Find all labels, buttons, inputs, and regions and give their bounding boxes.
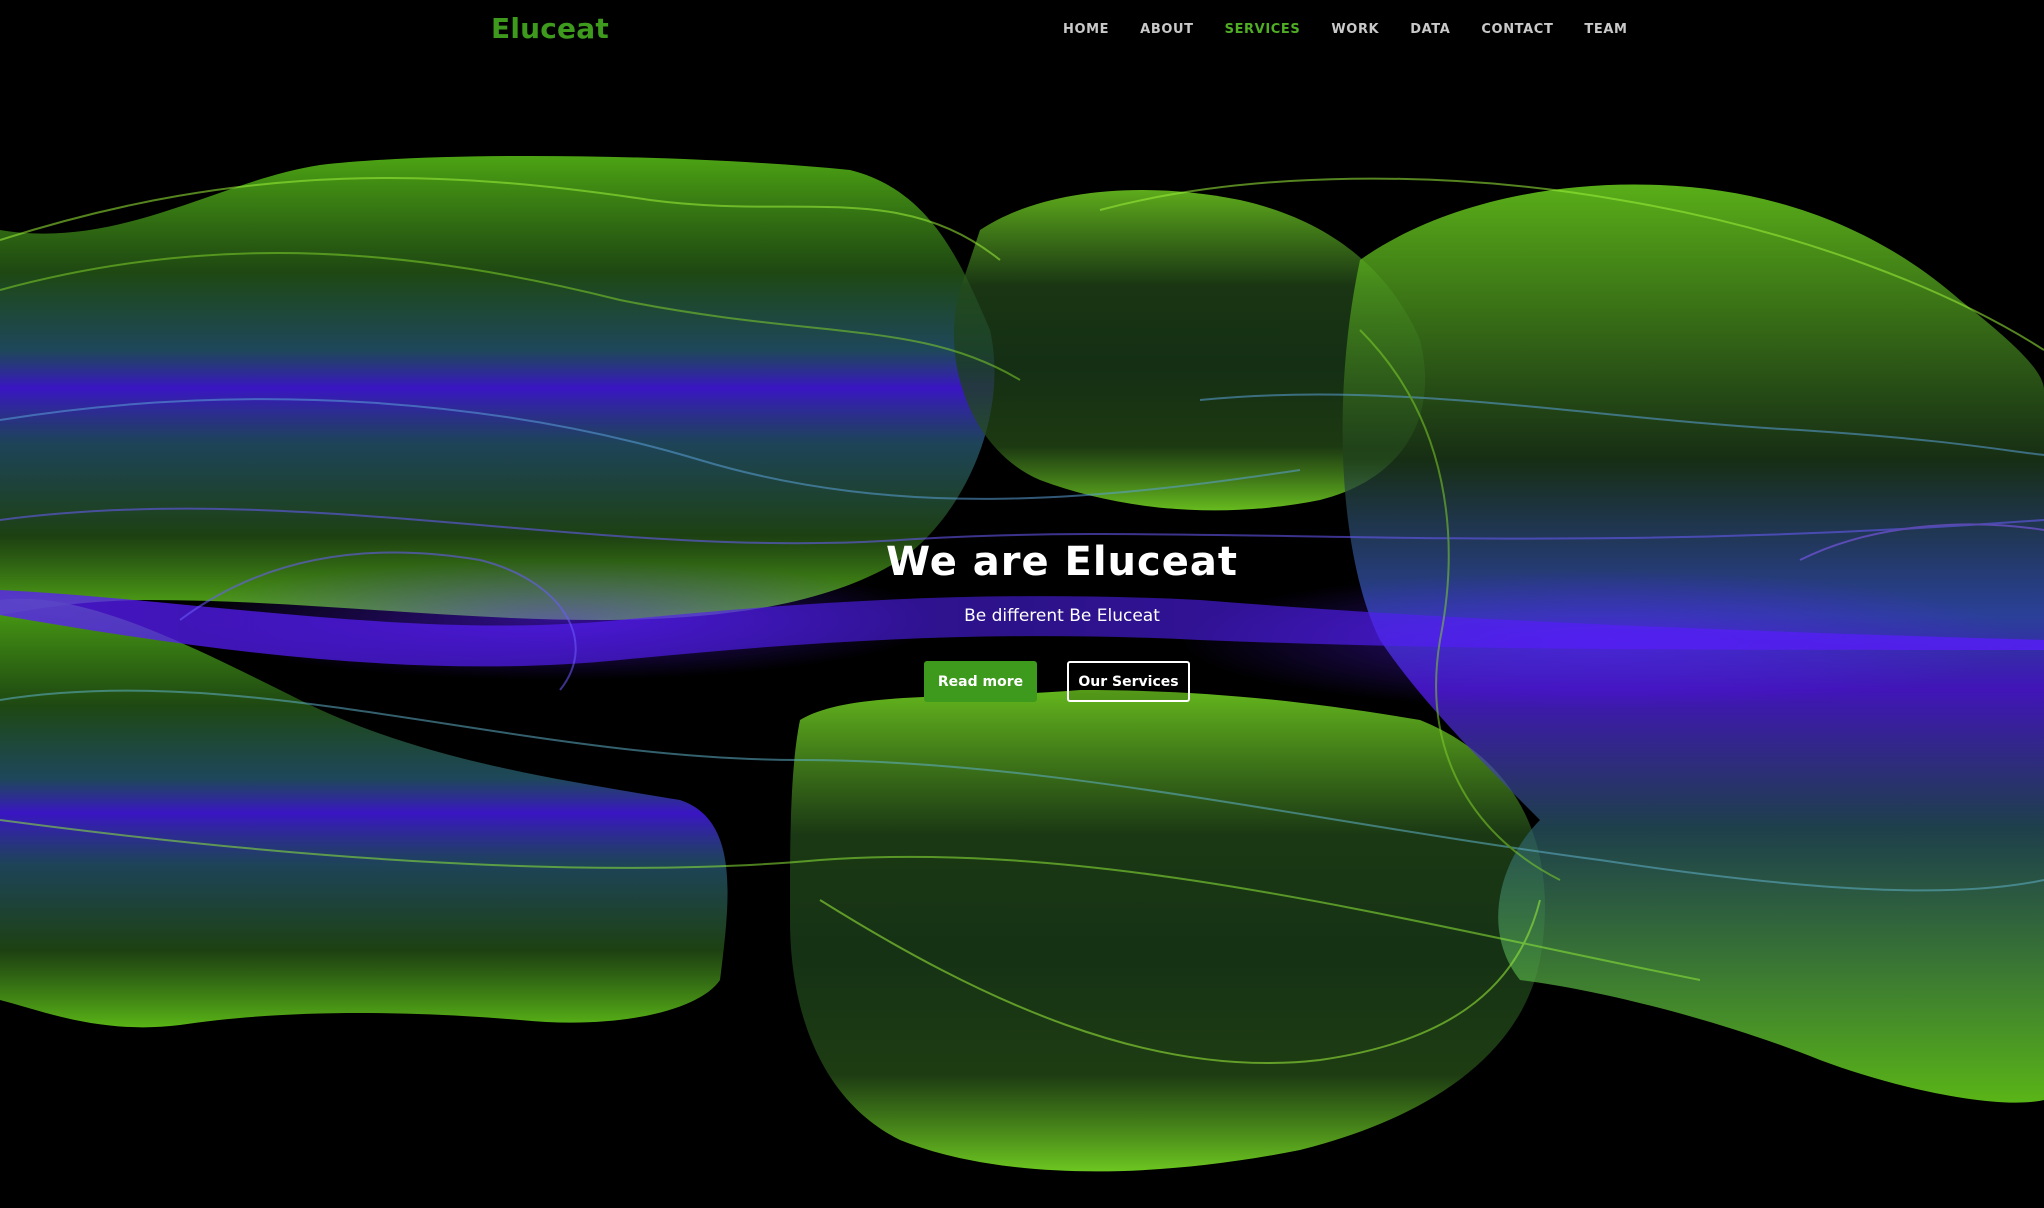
hero-buttons: Read more Our Services bbox=[924, 661, 1190, 702]
nav-item-work[interactable]: WORK bbox=[1331, 22, 1379, 37]
nav-item-contact[interactable]: CONTACT bbox=[1481, 22, 1553, 37]
nav-item-team[interactable]: TEAM bbox=[1584, 22, 1627, 37]
our-services-button[interactable]: Our Services bbox=[1067, 661, 1190, 702]
page: Eluceat HOME ABOUT SERVICES WORK DATA CO… bbox=[0, 0, 2044, 1208]
nav-item-services[interactable]: SERVICES bbox=[1225, 22, 1301, 37]
read-more-button[interactable]: Read more bbox=[924, 661, 1037, 702]
nav-item-data[interactable]: DATA bbox=[1410, 22, 1450, 37]
site-header: Eluceat HOME ABOUT SERVICES WORK DATA CO… bbox=[0, 0, 2044, 64]
hero-title: We are Eluceat bbox=[886, 539, 1238, 585]
main-nav: HOME ABOUT SERVICES WORK DATA CONTACT TE… bbox=[1063, 22, 1659, 37]
nav-item-about[interactable]: ABOUT bbox=[1140, 22, 1193, 37]
nav-item-home[interactable]: HOME bbox=[1063, 22, 1109, 37]
hero-subtitle: Be different Be Eluceat bbox=[964, 606, 1160, 626]
hero-section: We are Eluceat Be different Be Eluceat R… bbox=[0, 530, 2044, 702]
brand-logo[interactable]: Eluceat bbox=[491, 12, 609, 45]
